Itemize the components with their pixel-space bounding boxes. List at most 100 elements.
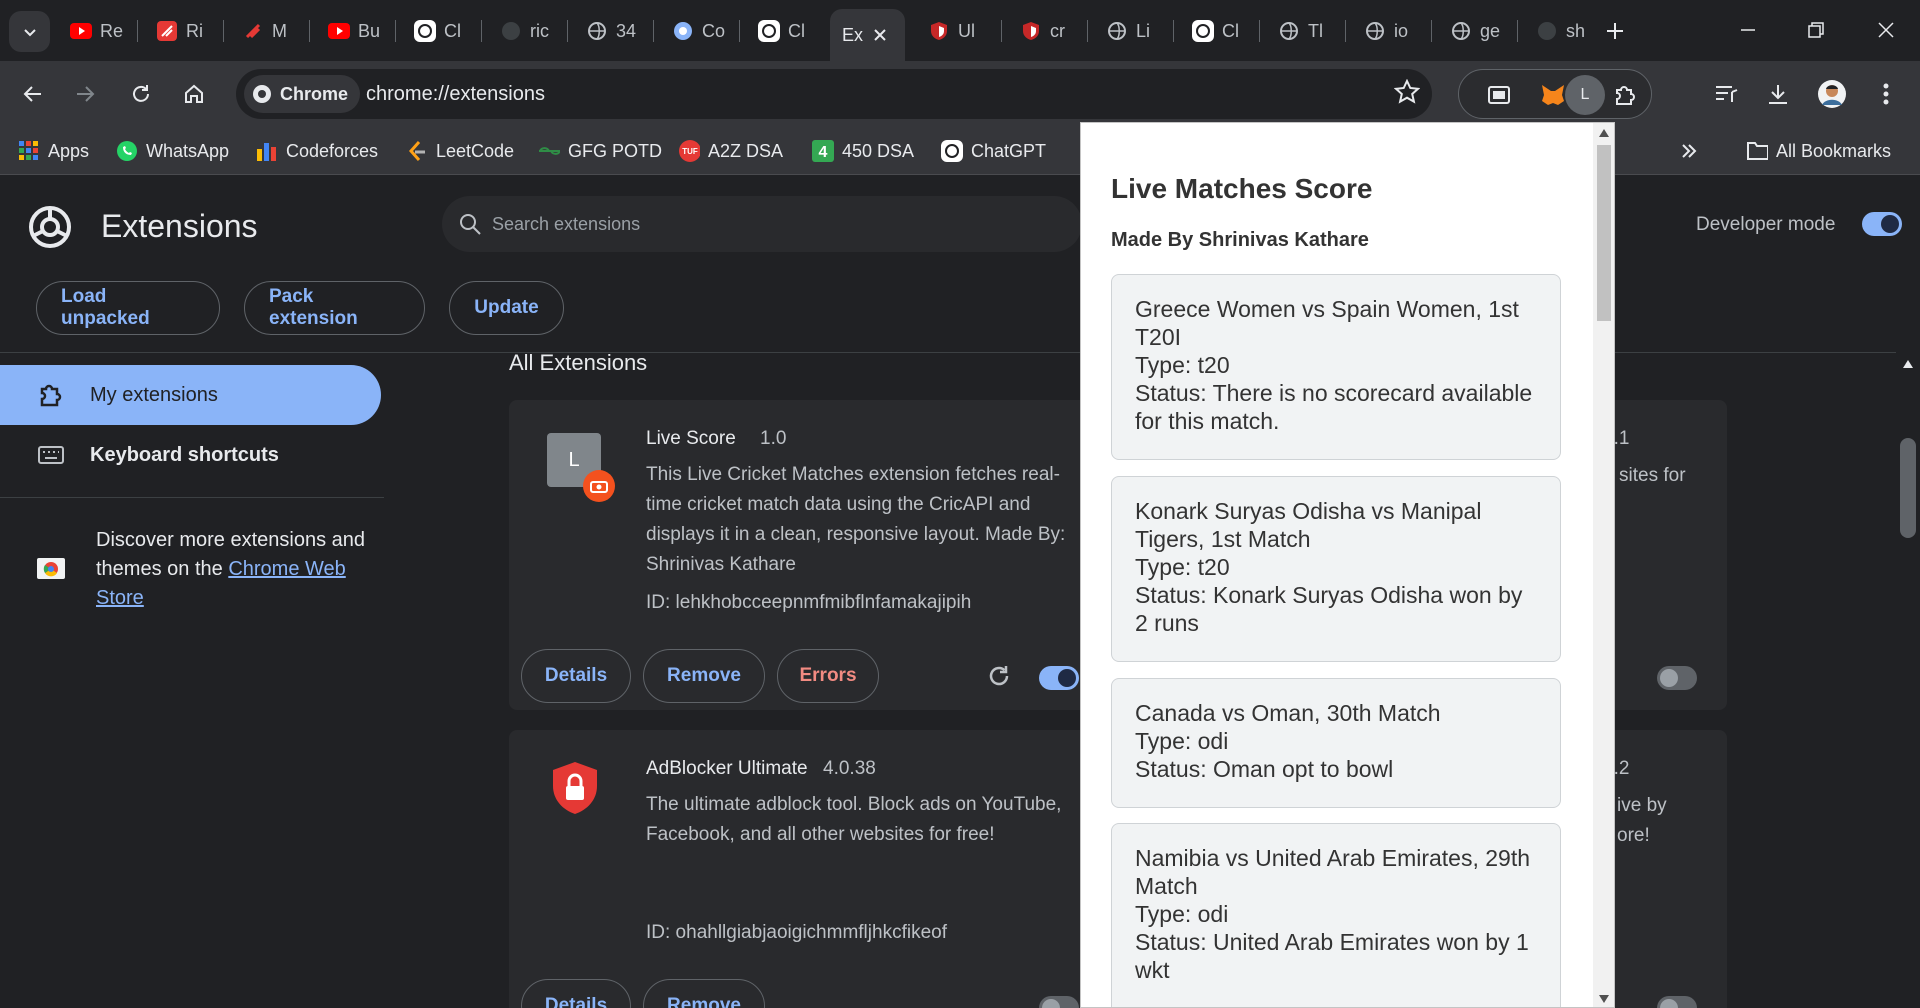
side-panel-button[interactable] [1479,75,1519,115]
chrome-menu-button[interactable] [1866,74,1906,114]
remove-button[interactable]: Remove [643,649,765,703]
sidebar-item-label: My extensions [90,383,218,406]
live-score-extension-button[interactable]: L [1565,75,1605,115]
tab[interactable]: cr [1006,10,1078,52]
bookmark-whatsapp[interactable]: WhatsApp [116,137,229,165]
tab[interactable]: io [1350,10,1422,52]
side-panel-icon [1488,86,1510,104]
extensions-menu-button[interactable] [1605,75,1645,115]
tab-label: ge [1480,20,1501,41]
extension-enable-toggle[interactable] [1657,666,1697,690]
tab-strip: Re Ri M Bu Cl ric 34 Co Cl Ex Ul cr Li C… [0,0,1920,61]
close-window-button[interactable] [1862,8,1910,52]
shield-icon [928,20,950,42]
details-button[interactable]: Details [521,979,631,1008]
bookmark-gfg-potd[interactable]: GFG POTD [538,137,662,165]
media-icon [1714,84,1738,104]
tab[interactable]: 34 [572,10,644,52]
tab[interactable]: M [228,10,300,52]
apps-grid-icon [18,140,40,162]
extension-enable-toggle[interactable] [1039,666,1079,690]
bookmarks-overflow-button[interactable] [1678,137,1700,165]
tab[interactable]: ge [1436,10,1508,52]
back-button[interactable] [14,75,52,113]
scroll-up-arrow-icon [1903,360,1913,368]
bookmarks-bar: Apps WhatsApp Codeforces LeetCode GFG PO… [0,127,1920,175]
search-placeholder: Search extensions [492,214,641,234]
page-scrollbar[interactable] [1896,352,1920,1008]
minimize-button[interactable] [1724,8,1772,52]
tab-search-button[interactable] [9,11,50,52]
bookmark-label: All Bookmarks [1776,140,1892,161]
close-icon[interactable] [873,28,887,42]
tab[interactable]: Cl [400,10,472,52]
downloads-button[interactable] [1758,74,1798,114]
globe-icon [1278,20,1300,42]
bookmark-leetcode[interactable]: LeetCode [406,137,514,165]
match-status: Status: Konark Suryas Odisha won by 2 ru… [1135,582,1523,636]
chatgpt-icon [414,20,436,42]
match-card: Konark Suryas Odisha vs Manipal Tigers, … [1111,476,1561,662]
gfg-icon [538,140,560,162]
tab-label: M [272,20,287,41]
tab-active[interactable]: Ex [830,9,905,61]
bookmark-codeforces[interactable]: Codeforces [256,137,378,165]
tab-label: 34 [616,20,637,41]
pack-extension-button[interactable]: Pack extension [244,281,425,335]
sidebar-item-my-extensions[interactable]: My extensions [0,365,381,425]
bookmark-a2z-dsa[interactable]: TUF A2Z DSA [678,137,783,165]
bookmark-450-dsa[interactable]: 4 450 DSA [812,137,914,165]
address-bar[interactable]: Chrome chrome://extensions [236,69,1432,119]
tab[interactable]: Cl [1178,10,1250,52]
update-button[interactable]: Update [449,281,564,335]
scrollbar-thumb[interactable] [1900,438,1916,538]
details-button[interactable]: Details [521,649,631,703]
popup-subtitle: Made By Shrinivas Kathare [1111,229,1369,251]
bookmark-all-bookmarks[interactable]: All Bookmarks [1746,137,1891,165]
tab[interactable]: Ri [142,10,214,52]
tab[interactable]: Ul [914,10,992,52]
errors-button[interactable]: Errors [777,649,879,703]
bookmark-chatgpt[interactable]: ChatGPT [941,137,1046,165]
svg-text:TUF: TUF [682,147,698,156]
reload-extension-icon[interactable] [987,664,1011,688]
remove-button[interactable]: Remove [643,979,765,1008]
url-text[interactable]: chrome://extensions [366,83,545,106]
tab[interactable]: Bu [314,10,386,52]
forward-button[interactable] [66,75,104,113]
tab[interactable]: ric [486,10,558,52]
restore-button[interactable] [1792,8,1840,52]
tab-label: Cl [788,20,805,41]
extension-name: Live Score [646,428,736,449]
site-info-chip[interactable]: Chrome [244,75,361,113]
sidebar-item-keyboard-shortcuts[interactable]: Keyboard shortcuts [0,425,381,485]
tab[interactable]: Cl [744,10,820,52]
tab[interactable]: Re [56,10,128,52]
load-unpacked-button[interactable]: Load unpacked [36,281,220,335]
more-vert-icon [1883,83,1889,105]
search-extensions-input[interactable]: Search extensions [442,196,1082,252]
popup-scrollbar[interactable] [1593,123,1614,1007]
profile-button[interactable] [1812,74,1852,114]
tab[interactable]: Tl [1264,10,1336,52]
bookmark-star-icon[interactable] [1394,79,1420,105]
match-status: Status: There is no scorecard available … [1135,380,1533,434]
tab[interactable]: Co [658,10,730,52]
popup-title: Live Matches Score [1111,173,1373,204]
new-tab-button[interactable] [1598,14,1632,48]
tab[interactable]: Li [1092,10,1164,52]
media-controls-button[interactable] [1706,74,1746,114]
chatgpt-icon [758,20,780,42]
extension-enable-toggle[interactable] [1039,996,1079,1008]
puzzle-icon [38,382,64,408]
match-name: Namibia vs United Arab Emirates, 29th Ma… [1135,845,1531,899]
bookmark-apps[interactable]: Apps [18,137,89,165]
reload-button[interactable] [122,75,160,113]
chip-label: Chrome [280,83,349,104]
developer-mode-toggle[interactable] [1862,212,1902,236]
home-button[interactable] [175,75,213,113]
scrollbar-thumb[interactable] [1597,145,1611,321]
arrow-right-icon [75,84,95,104]
extension-enable-toggle[interactable] [1657,996,1697,1008]
tab[interactable]: sh [1522,10,1594,52]
